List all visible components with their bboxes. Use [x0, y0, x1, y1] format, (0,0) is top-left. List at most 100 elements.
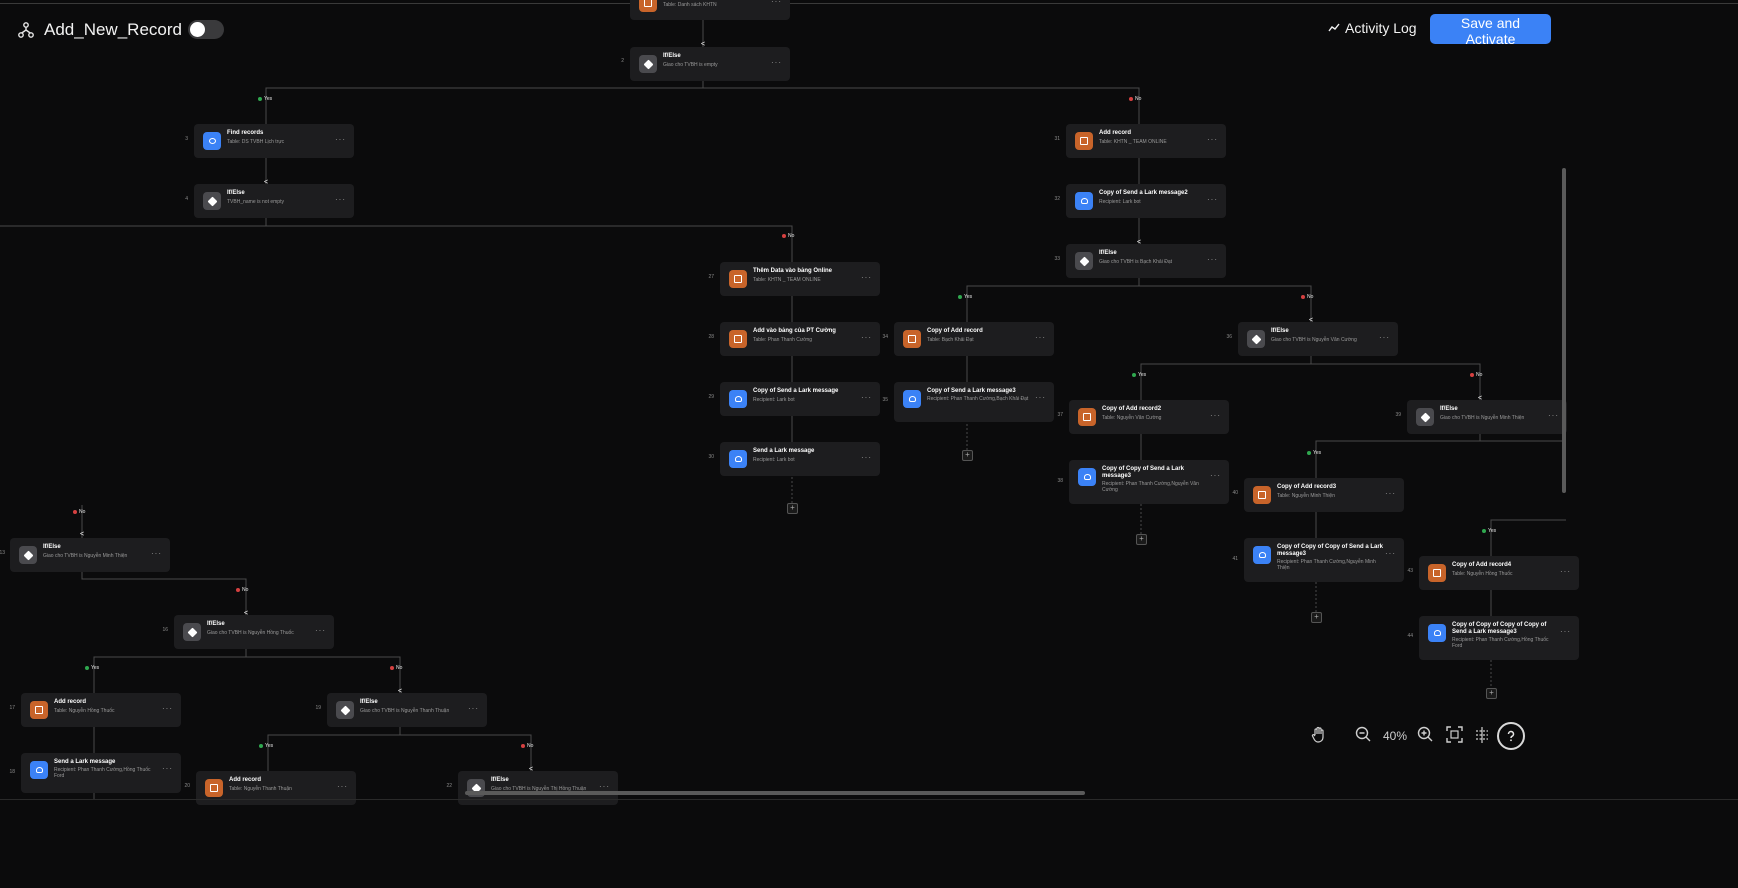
step-number: 40	[1232, 490, 1238, 496]
add-step-button[interactable]: +	[1486, 688, 1497, 699]
more-options-icon[interactable]: ···	[1385, 489, 1396, 498]
node-title: Copy of Copy of Send a Lark message3	[1102, 466, 1185, 479]
if-else-node-4[interactable]: If/Else TVBH_name is not empty ···	[194, 184, 354, 218]
more-options-icon[interactable]: ···	[335, 135, 346, 144]
branch-icon	[183, 623, 201, 641]
node-subtitle: Table: Nguyễn Hồng Thuốc	[1452, 571, 1513, 577]
step-number: 36	[1226, 334, 1232, 340]
node-subtitle: Table: Phan Thanh Cường	[753, 337, 813, 343]
node-subtitle: Recipient: Lark bot	[753, 457, 795, 463]
step-number: 32	[1054, 196, 1060, 202]
lark-message-node-32[interactable]: Copy of Send a Lark message2 Recipient: …	[1066, 184, 1226, 218]
more-options-icon[interactable]: ···	[335, 195, 346, 204]
more-options-icon[interactable]: ···	[468, 704, 479, 713]
bell-icon	[729, 450, 747, 468]
add-record-node-37[interactable]: Copy of Add record2 Table: Nguyễn Văn Cư…	[1069, 400, 1229, 434]
add-record-node-27[interactable]: Thêm Data vào bảng Online Table: KHTN _ …	[720, 262, 880, 296]
more-options-icon[interactable]: ···	[1560, 627, 1571, 636]
add-record-node-31[interactable]: Add record Table: KHTN _ TEAM ONLINE ···	[1066, 124, 1226, 158]
more-options-icon[interactable]: ···	[861, 393, 872, 402]
more-options-icon[interactable]: ···	[337, 782, 348, 791]
more-options-icon[interactable]: ···	[1560, 567, 1571, 576]
horizontal-scrollbar[interactable]	[465, 791, 1085, 795]
help-icon[interactable]	[1497, 722, 1525, 750]
step-number: 19	[315, 705, 321, 711]
zoom-in-icon[interactable]	[1417, 726, 1434, 746]
hand-pan-icon[interactable]	[1311, 726, 1327, 747]
node-title: Copy of Send a Lark message3	[927, 388, 1016, 394]
add-record-node-43[interactable]: Copy of Add record4 Table: Nguyễn Hồng T…	[1419, 556, 1579, 590]
more-options-icon[interactable]: ···	[861, 333, 872, 342]
vertical-scrollbar[interactable]	[1562, 168, 1566, 493]
more-options-icon[interactable]: ···	[1379, 333, 1390, 342]
lark-message-node-38[interactable]: Copy of Copy of Send a Lark message3 Rec…	[1069, 460, 1229, 504]
node-title: If/Else	[227, 190, 245, 196]
record-icon	[903, 330, 921, 348]
activity-log-button[interactable]: Activity Log	[1328, 20, 1417, 36]
add-step-button[interactable]: +	[1311, 612, 1322, 623]
if-else-node-13[interactable]: If/Else Giao cho TVBH is Nguyễn Minh Thi…	[10, 538, 170, 572]
lark-message-node-44[interactable]: Copy of Copy of Copy of Copy of Send a L…	[1419, 616, 1579, 660]
fit-view-icon[interactable]	[1446, 726, 1463, 746]
if-else-node-16[interactable]: If/Else Giao cho TVBH is Nguyễn Hồng Thu…	[174, 615, 334, 649]
more-options-icon[interactable]: ···	[162, 764, 173, 773]
lark-message-node-29[interactable]: Copy of Send a Lark message Recipient: L…	[720, 382, 880, 416]
lark-message-node-30[interactable]: Send a Lark message Recipient: Lark bot …	[720, 442, 880, 476]
branch-icon	[19, 546, 37, 564]
add-record-node-28[interactable]: Add vào bảng của PT Cường Table: Phan Th…	[720, 322, 880, 356]
if-else-node-36[interactable]: If/Else Giao cho TVBH is Nguyễn Văn Cườn…	[1238, 322, 1398, 356]
add-record-node-34[interactable]: Copy of Add record Table: Bạch Khải Đạt …	[894, 322, 1054, 356]
more-options-icon[interactable]: ···	[861, 453, 872, 462]
more-options-icon[interactable]: ···	[1207, 195, 1218, 204]
branch-no-label: No	[1301, 294, 1313, 300]
more-options-icon[interactable]: ···	[1548, 411, 1559, 420]
add-step-button[interactable]: +	[1136, 534, 1147, 545]
lark-message-node-41[interactable]: Copy of Copy of Copy of Send a Lark mess…	[1244, 538, 1404, 582]
step-number: 35	[882, 397, 888, 403]
add-record-node-40[interactable]: Copy of Add record3 Table: Nguyễn Minh T…	[1244, 478, 1404, 512]
more-options-icon[interactable]: ···	[1385, 549, 1396, 558]
if-else-node-33[interactable]: If/Else Giao cho TVBH is Bạch Khải Đạt ·…	[1066, 244, 1226, 278]
node-subtitle: Table: KHTN _ TEAM ONLINE	[753, 277, 821, 283]
workflow-canvas[interactable]: Table: Danh sách KHTN ··· 2 If/Else Giao…	[0, 0, 1738, 888]
more-options-icon[interactable]: ···	[1210, 471, 1221, 480]
step-number: 33	[1054, 256, 1060, 262]
node-title: Add vào bảng của PT Cường	[753, 328, 836, 334]
branch-yes-label: Yes	[259, 743, 273, 749]
more-options-icon[interactable]: ···	[1035, 393, 1046, 402]
more-options-icon[interactable]: ···	[315, 626, 326, 635]
more-options-icon[interactable]: ···	[151, 549, 162, 558]
node-subtitle: Recipient: Phan Thanh Cường,Nguyễn Văn C…	[1102, 481, 1199, 493]
more-options-icon[interactable]: ···	[1210, 411, 1221, 420]
if-else-node-39[interactable]: If/Else Giao cho TVBH is Nguyễn Minh Thi…	[1407, 400, 1567, 434]
more-options-icon[interactable]: ···	[599, 782, 610, 791]
lark-message-node-35[interactable]: Copy of Send a Lark message3 Recipient: …	[894, 382, 1054, 422]
branch-icon	[1247, 330, 1265, 348]
branch-yes-label: Yes	[958, 294, 972, 300]
step-number: 29	[708, 394, 714, 400]
activate-toggle[interactable]	[188, 20, 224, 39]
more-options-icon[interactable]: ···	[1207, 255, 1218, 264]
more-options-icon[interactable]: ···	[1207, 135, 1218, 144]
layout-icon[interactable]	[1475, 727, 1489, 746]
zoom-out-icon[interactable]	[1355, 726, 1372, 746]
add-step-button[interactable]: +	[962, 450, 973, 461]
more-options-icon[interactable]: ···	[1035, 333, 1046, 342]
workflow-title-group: Add_New_Record	[18, 20, 182, 40]
node-title: Thêm Data vào bảng Online	[753, 268, 833, 274]
node-title: If/Else	[1271, 328, 1289, 334]
step-number: 27	[708, 274, 714, 280]
node-subtitle: Table: Nguyễn Hồng Thuốc	[54, 708, 115, 714]
add-step-button[interactable]: +	[787, 503, 798, 514]
if-else-node-19[interactable]: If/Else Giao cho TVBH is Nguyễn Thanh Th…	[327, 693, 487, 727]
header-bar: Add_New_Record Activity Log Save and Act…	[0, 0, 1738, 60]
bell-icon	[1253, 546, 1271, 564]
more-options-icon[interactable]: ···	[162, 704, 173, 713]
step-number: 43	[1407, 568, 1413, 574]
branch-icon	[203, 192, 221, 210]
more-options-icon[interactable]: ···	[861, 273, 872, 282]
save-and-activate-button[interactable]: Save and Activate	[1430, 14, 1551, 47]
find-records-node-3[interactable]: Find records Table: DS TVBH Lịch trực ··…	[194, 124, 354, 158]
add-record-node-17[interactable]: Add record Table: Nguyễn Hồng Thuốc ···	[21, 693, 181, 727]
lark-message-node-18[interactable]: Send a Lark message Recipient: Phan Than…	[21, 753, 181, 793]
